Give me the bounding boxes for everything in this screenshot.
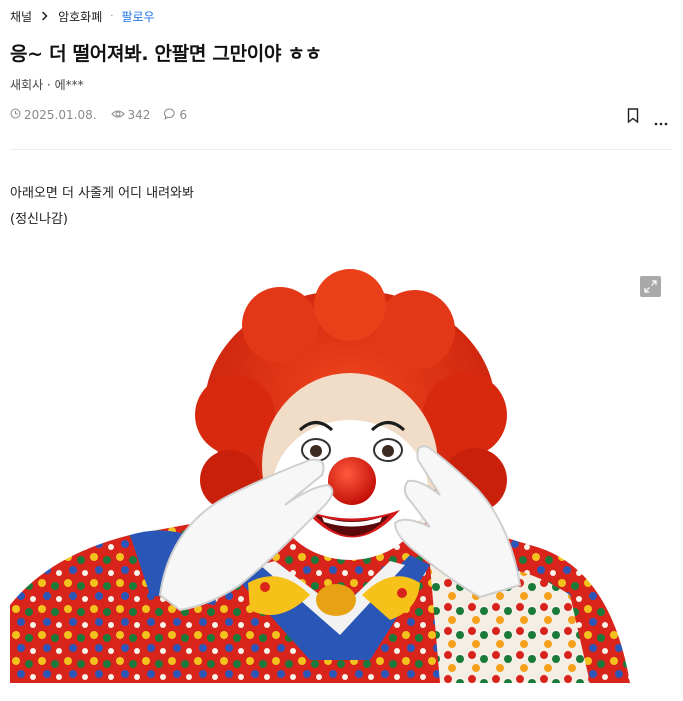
post-comments-count: 6 bbox=[179, 108, 188, 122]
clown-image[interactable] bbox=[10, 265, 672, 683]
post-views: 342 bbox=[110, 108, 151, 122]
bookmark-icon[interactable] bbox=[627, 108, 639, 124]
post-author[interactable]: 새회사 · 에*** bbox=[10, 76, 84, 93]
post-date-text: 2025.01.08. bbox=[24, 108, 97, 122]
post-body-line: 아래오면 더 사줄게 어디 내려와봐 bbox=[10, 186, 194, 201]
eye-icon bbox=[110, 108, 128, 122]
post-meta: 2025.01.08. 342 6 bbox=[10, 107, 201, 123]
breadcrumb: 채널 암호화폐 · 팔로우 bbox=[10, 8, 155, 24]
divider bbox=[10, 149, 672, 150]
follow-button[interactable]: 팔로우 bbox=[121, 8, 154, 25]
breadcrumb-separator: · bbox=[110, 10, 114, 22]
post-date: 2025.01.08. bbox=[10, 108, 97, 122]
breadcrumb-channel[interactable]: 채널 bbox=[10, 8, 32, 25]
breadcrumb-board[interactable]: 암호화폐 bbox=[58, 8, 102, 25]
post-body: 아래오면 더 사줄게 어디 내려와봐 (정신나감) bbox=[10, 181, 194, 233]
clock-icon bbox=[10, 108, 24, 122]
expand-icon[interactable] bbox=[640, 276, 661, 297]
more-icon[interactable] bbox=[654, 112, 668, 126]
comment-icon bbox=[164, 107, 179, 123]
post-body-line: (정신나감) bbox=[10, 212, 68, 227]
post-views-count: 342 bbox=[127, 108, 151, 122]
chevron-right-icon bbox=[41, 11, 48, 21]
post-title: 응~ 더 떨어져봐. 안팔면 그만이야 ㅎㅎ bbox=[10, 43, 322, 65]
post-comments[interactable]: 6 bbox=[164, 107, 188, 123]
